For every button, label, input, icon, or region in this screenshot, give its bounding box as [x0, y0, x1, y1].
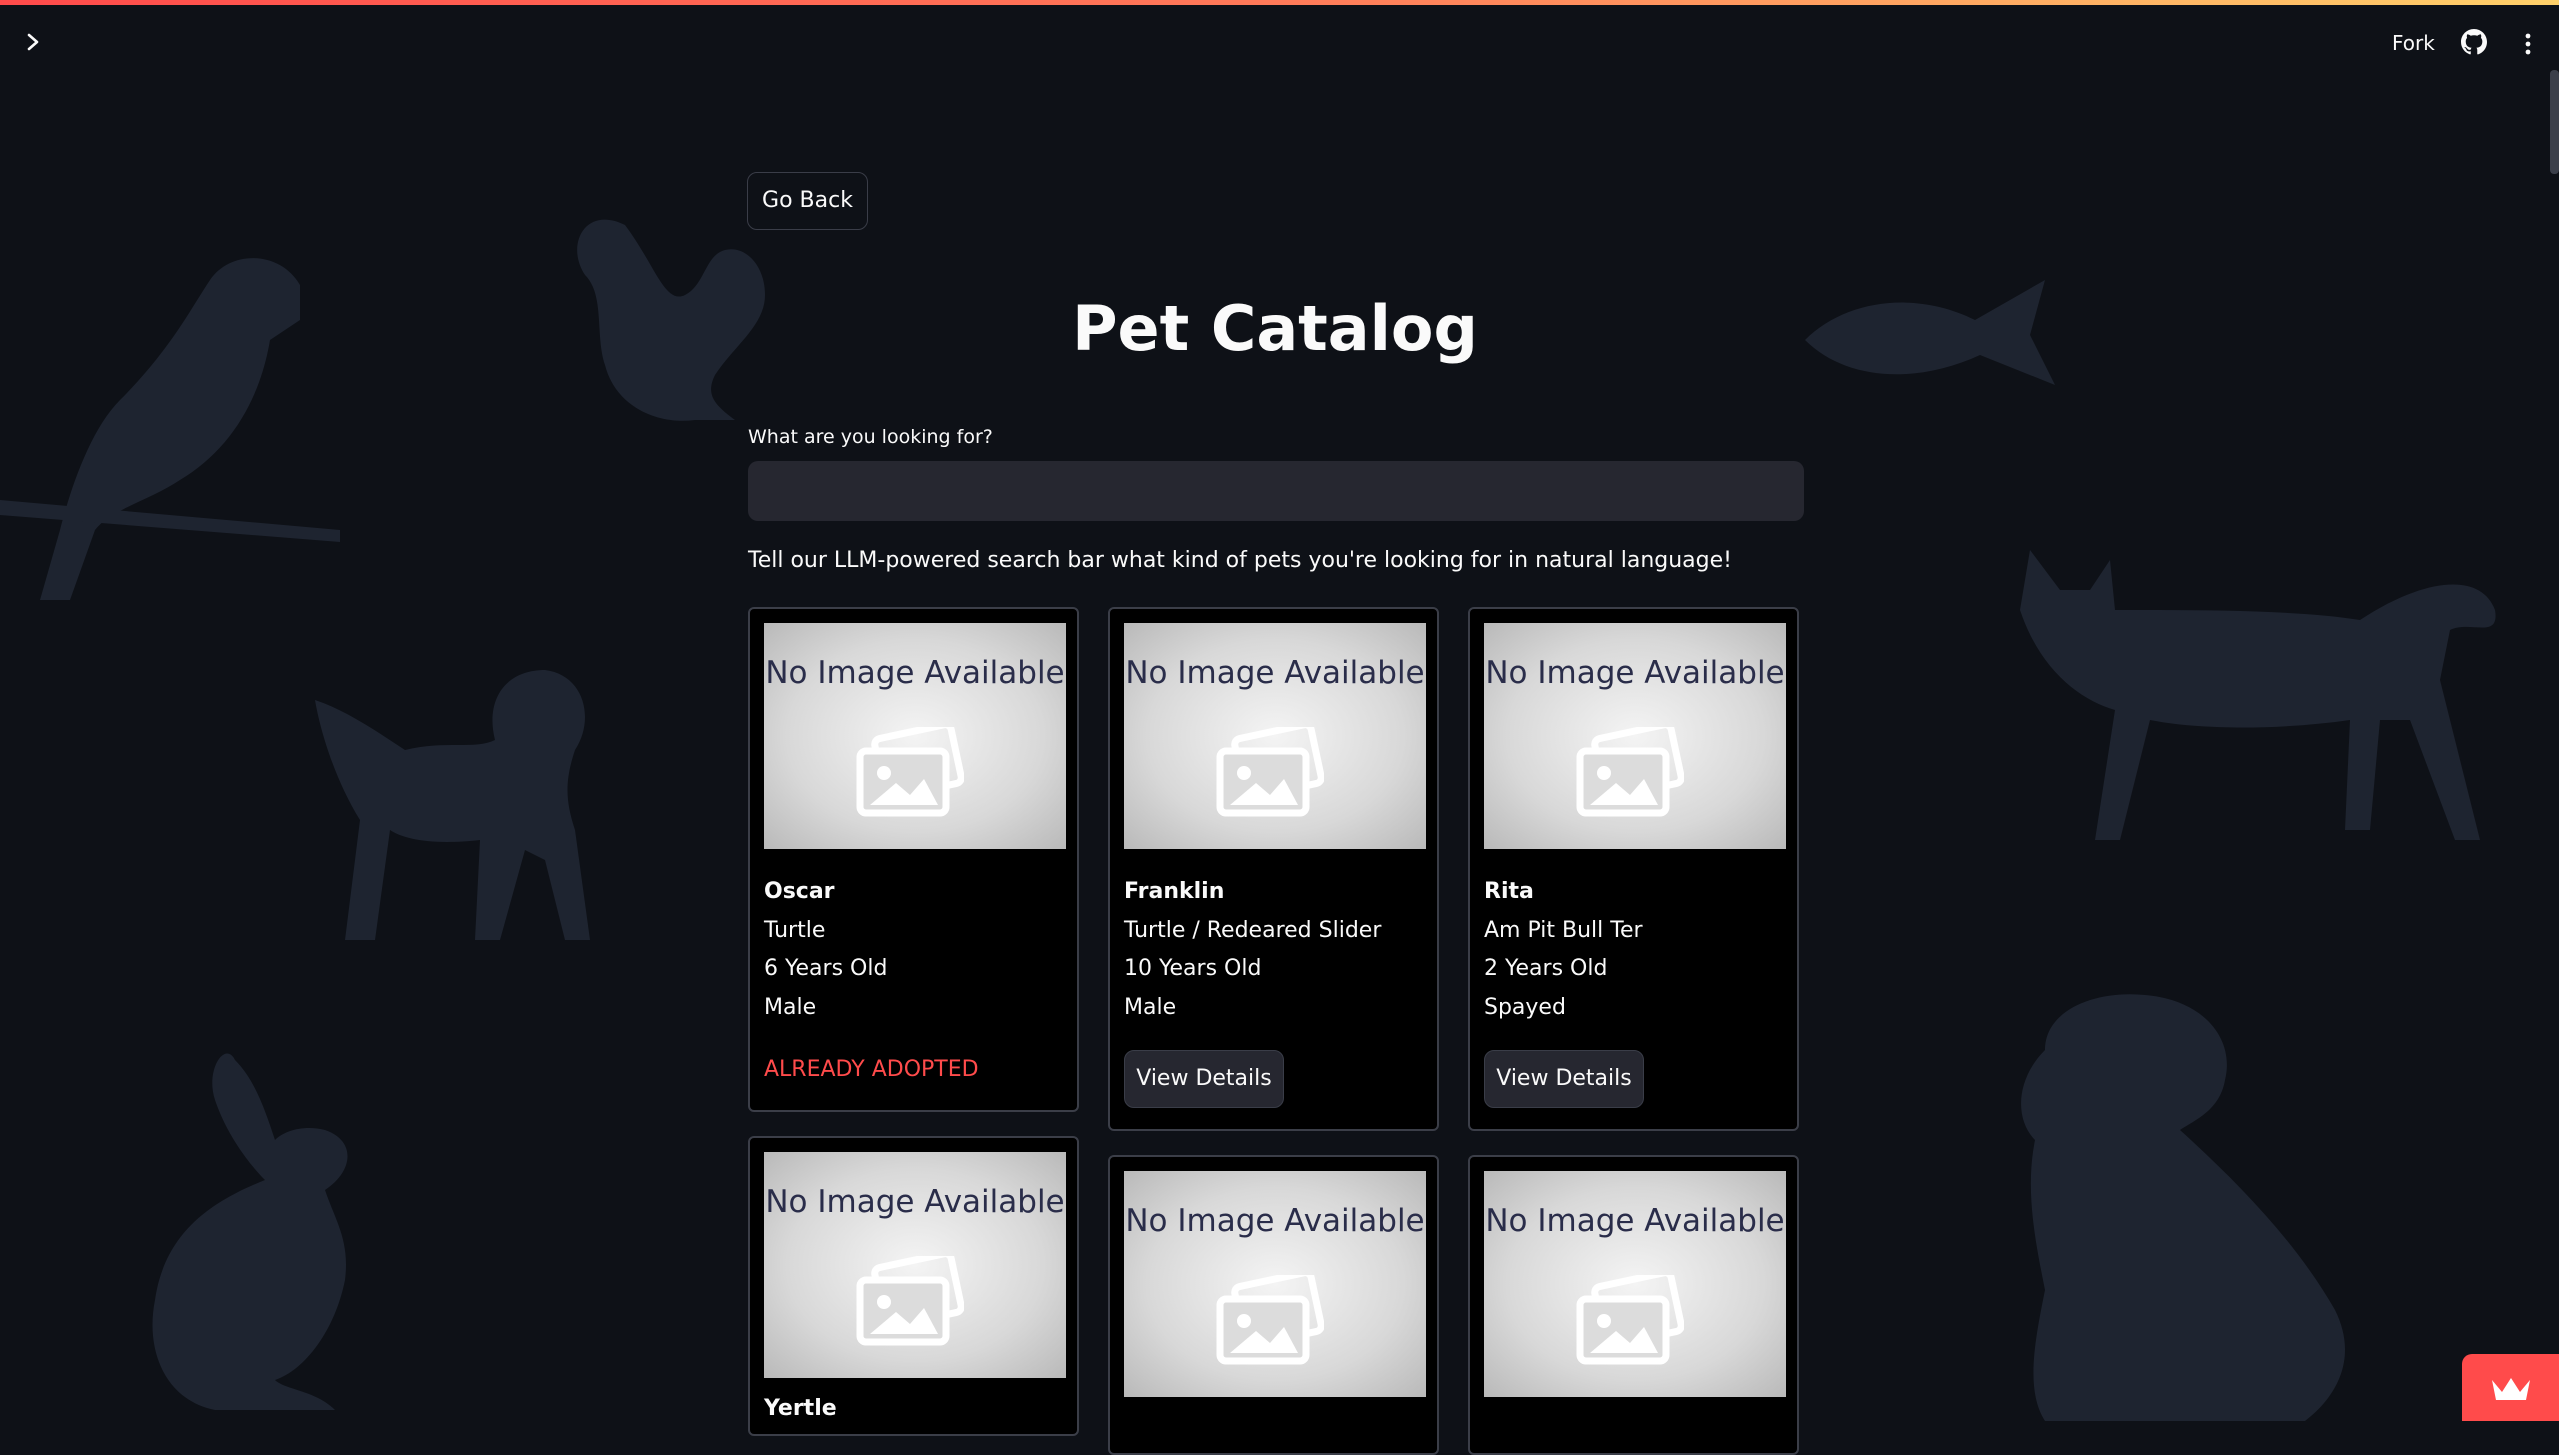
view-details-button[interactable]: View Details: [1484, 1050, 1644, 1108]
kebab-menu-icon[interactable]: [2516, 31, 2540, 57]
pet-card: No Image Available Rita Am Pit Bull Ter …: [1468, 607, 1799, 1131]
no-image-label: No Image Available: [1125, 655, 1425, 691]
cat-silhouette-icon: [2020, 550, 2496, 840]
pet-image-placeholder: No Image Available: [1124, 623, 1426, 849]
crown-icon: [2492, 1378, 2530, 1400]
pet-name: Yertle: [764, 1396, 837, 1421]
photo-icon: [1216, 1275, 1324, 1365]
sidebar-expand-icon[interactable]: [20, 27, 46, 61]
pet-sex: Male: [764, 995, 817, 1020]
go-back-button[interactable]: Go Back: [747, 172, 868, 230]
photo-icon: [1576, 1275, 1684, 1365]
photo-icon: [1216, 727, 1324, 817]
photo-icon: [856, 1256, 964, 1346]
pet-age: 6 Years Old: [764, 956, 888, 981]
pet-card: No Image Available Yertle: [748, 1136, 1079, 1436]
no-image-label: No Image Available: [1485, 655, 1785, 691]
github-icon[interactable]: [2461, 29, 2487, 55]
page-scrollbar[interactable]: [2550, 70, 2559, 174]
pet-image-placeholder: No Image Available: [1124, 1171, 1426, 1397]
pet-card: No Image Available: [1108, 1155, 1439, 1455]
pet-card: No Image Available: [1468, 1155, 1799, 1455]
pet-sex: Male: [1124, 995, 1177, 1020]
pet-breed: Am Pit Bull Ter: [1484, 918, 1643, 943]
pet-age: 2 Years Old: [1484, 956, 1608, 981]
pet-image-placeholder: No Image Available: [1484, 1171, 1786, 1397]
photo-icon: [1576, 727, 1684, 817]
dog-silhouette-icon: [315, 670, 590, 940]
search-input[interactable]: [748, 461, 1804, 521]
search-hint-text: Tell our LLM-powered search bar what kin…: [748, 548, 1732, 573]
no-image-label: No Image Available: [765, 655, 1065, 691]
pet-image-placeholder: No Image Available: [764, 1152, 1066, 1378]
bird-silhouette-icon: [0, 258, 340, 600]
no-image-label: No Image Available: [1125, 1203, 1425, 1239]
pet-name: Franklin: [1124, 879, 1225, 904]
app-header: Fork: [0, 5, 2559, 75]
fish-silhouette-icon: [1805, 280, 2055, 385]
pet-name: Oscar: [764, 879, 835, 904]
pet-card: No Image Available Oscar Turtle 6 Years …: [748, 607, 1079, 1112]
fork-button[interactable]: Fork: [2392, 31, 2435, 55]
pet-breed: Turtle / Redeared Slider: [1124, 918, 1382, 943]
no-image-label: No Image Available: [765, 1184, 1065, 1220]
squirrel-silhouette-icon: [577, 219, 765, 421]
photo-icon: [856, 727, 964, 817]
streamlit-badge[interactable]: [2462, 1354, 2559, 1421]
search-label: What are you looking for?: [748, 426, 993, 448]
pet-image-placeholder: No Image Available: [764, 623, 1066, 849]
pet-card: No Image Available Franklin Turtle / Red…: [1108, 607, 1439, 1131]
page-title: Pet Catalog: [1072, 292, 1478, 365]
puppy-silhouette-icon: [2021, 994, 2345, 1421]
pet-breed: Turtle: [764, 918, 826, 943]
pet-name: Rita: [1484, 879, 1534, 904]
pet-sex: Spayed: [1484, 995, 1566, 1020]
adopted-status: ALREADY ADOPTED: [764, 1057, 979, 1082]
view-details-button[interactable]: View Details: [1124, 1050, 1284, 1108]
no-image-label: No Image Available: [1485, 1203, 1785, 1239]
pet-image-placeholder: No Image Available: [1484, 623, 1786, 849]
rabbit-silhouette-icon: [152, 1053, 348, 1410]
pet-age: 10 Years Old: [1124, 956, 1262, 981]
